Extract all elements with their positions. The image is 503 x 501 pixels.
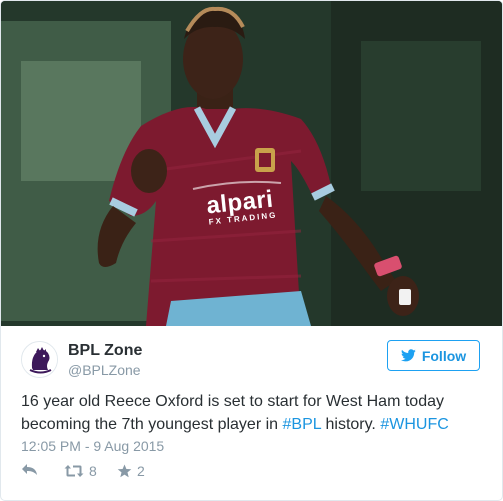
retweet-button[interactable]: 8 <box>64 463 97 479</box>
favorite-count: 2 <box>137 463 145 479</box>
favorite-button[interactable]: 2 <box>117 463 145 479</box>
player-photo-illustration <box>1 1 502 326</box>
author-handle[interactable]: @BPLZone <box>68 362 141 378</box>
tweet-timestamp[interactable]: 12:05 PM - 9 Aug 2015 <box>21 438 164 454</box>
author-display-name[interactable]: BPL Zone <box>68 342 142 360</box>
follow-button-label: Follow <box>421 347 467 364</box>
tweet-text: 16 year old Reece Oxford is set to start… <box>21 390 486 436</box>
retweet-icon <box>64 465 84 477</box>
star-icon <box>117 464 132 478</box>
tweet-card: alpari FX TRADING BPL Zone @BPLZone Foll… <box>0 0 503 501</box>
hashtag-bpl-link[interactable]: #BPL <box>283 416 322 433</box>
tweet-text-part2: history. <box>321 416 381 433</box>
tweet-photo[interactable]: alpari FX TRADING <box>1 1 502 326</box>
reply-button[interactable] <box>21 463 39 477</box>
retweet-count: 8 <box>89 463 97 479</box>
premier-league-lion-icon <box>22 342 57 377</box>
author-avatar[interactable] <box>21 341 58 378</box>
twitter-bird-icon <box>400 349 416 362</box>
reply-icon <box>22 464 37 475</box>
follow-button[interactable]: Follow <box>387 340 480 371</box>
hashtag-whufc-link[interactable]: #WHUFC <box>380 416 448 433</box>
